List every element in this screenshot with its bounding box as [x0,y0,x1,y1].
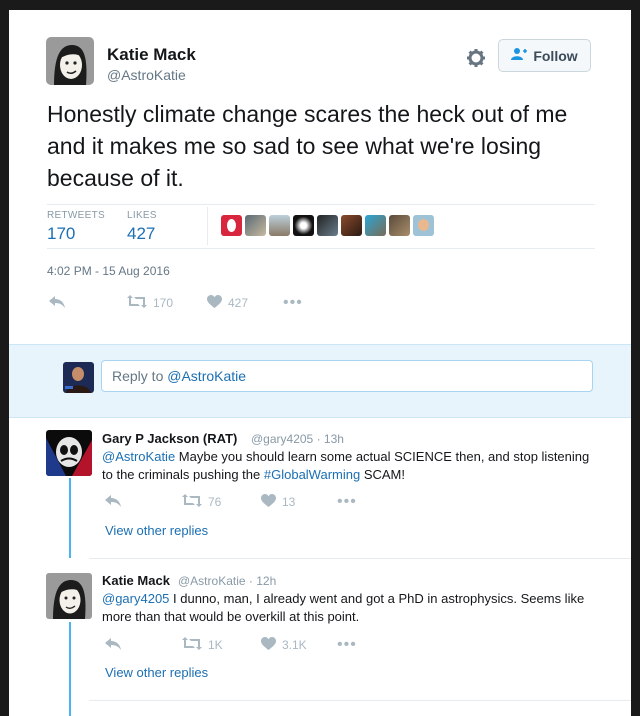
liker-avatar[interactable] [365,215,386,236]
divider [47,204,595,205]
heart-icon [261,637,276,653]
retweet-icon [127,295,147,311]
retweets-count[interactable]: 170 [47,224,75,244]
thread-line [69,622,71,716]
author-name[interactable]: Katie Mack [107,45,196,65]
liker-avatar[interactable] [413,215,434,236]
follow-label: Follow [533,47,578,64]
retweet-count: 170 [153,296,174,310]
reply-avatar-gary[interactable] [46,430,92,476]
follow-button[interactable]: Follow [498,39,591,72]
like-button[interactable]: 427 [207,295,248,311]
more-button[interactable]: ••• [337,493,357,511]
heart-icon [207,295,222,311]
more-icon: ••• [283,294,303,311]
reply-meta: @gary4205 · 13h [251,432,344,446]
liker-avatar[interactable] [341,215,362,236]
more-button[interactable]: ••• [283,294,303,312]
heart-icon [261,494,276,510]
reply-placeholder-prefix: Reply to [112,368,168,384]
more-icon: ••• [337,636,357,653]
divider [89,558,631,559]
like-button[interactable]: 3.1K [261,637,307,653]
window-right-border [631,0,640,716]
liker-avatar[interactable] [245,215,266,236]
more-button[interactable]: ••• [337,636,357,654]
likers-avatars [221,215,434,236]
view-other-replies-link[interactable]: View other replies [105,523,208,538]
likes-count[interactable]: 427 [127,224,155,244]
liker-avatar[interactable] [293,215,314,236]
reply-time[interactable]: 12h [256,574,276,588]
tweet-timestamp[interactable]: 4:02 PM - 15 Aug 2016 [47,264,170,278]
divider [89,700,631,701]
retweet-count: 1K [208,638,223,652]
retweet-icon [182,494,202,510]
divider [47,248,595,249]
reply-text: @AstroKatie Maybe you should learn some … [102,448,602,484]
tweet-card: Katie Mack @AstroKatie Follow Honestly c… [9,10,631,716]
reply-meta: @AstroKatie · 12h [178,574,277,588]
current-user-avatar[interactable] [63,362,94,393]
reply-icon [105,495,121,510]
reply-input[interactable]: Reply to @AstroKatie [101,360,593,392]
like-button[interactable]: 13 [261,494,295,510]
likes-label: LIKES [127,210,157,221]
gear-icon[interactable] [466,48,486,68]
reply-icon [105,638,121,653]
retweet-icon [182,637,202,653]
reply-body-end: SCAM! [360,467,406,482]
like-count: 3.1K [282,638,307,652]
reply-text: @gary4205 I dunno, man, I already went a… [102,590,602,626]
reply-author-name[interactable]: Katie Mack [102,573,170,588]
divider [207,207,208,245]
reply-icon [49,296,65,311]
more-icon: ••• [337,493,357,510]
view-other-replies-link[interactable]: View other replies [105,665,208,680]
reply-button[interactable] [105,495,121,510]
like-count: 13 [282,495,296,509]
like-count: 427 [228,296,249,310]
window-top-border [0,0,640,10]
liker-avatar[interactable] [269,215,290,236]
retweets-label: RETWEETS [47,210,105,221]
reply-handle[interactable]: @AstroKatie [178,574,246,588]
reply-avatar-katie[interactable] [46,573,92,619]
tweet-text: Honestly climate change scares the heck … [47,101,568,191]
reply-time[interactable]: 13h [324,432,344,446]
retweet-button[interactable]: 170 [127,295,173,311]
reply-placeholder-mention: @AstroKatie [167,368,247,384]
author-avatar[interactable] [46,37,94,85]
thread-line [69,478,71,558]
reply-mention[interactable]: @gary4205 [102,591,169,606]
reply-hashtag[interactable]: #GlobalWarming [264,467,360,482]
retweet-button[interactable]: 76 [182,494,221,510]
reply-author-name[interactable]: Gary P Jackson (RAT) [102,431,237,446]
reply-button[interactable] [105,638,121,653]
reply-body: I dunno, man, I already went and got a P… [102,591,585,624]
window-left-border [0,0,9,716]
follow-person-icon [511,47,528,64]
retweet-count: 76 [208,495,222,509]
retweet-button[interactable]: 1K [182,637,223,653]
liker-avatar[interactable] [317,215,338,236]
author-handle[interactable]: @AstroKatie [107,67,186,83]
liker-avatar[interactable] [221,215,242,236]
reply-mention[interactable]: @AstroKatie [102,449,175,464]
reply-handle[interactable]: @gary4205 [251,432,313,446]
liker-avatar[interactable] [389,215,410,236]
reply-button[interactable] [49,296,65,311]
